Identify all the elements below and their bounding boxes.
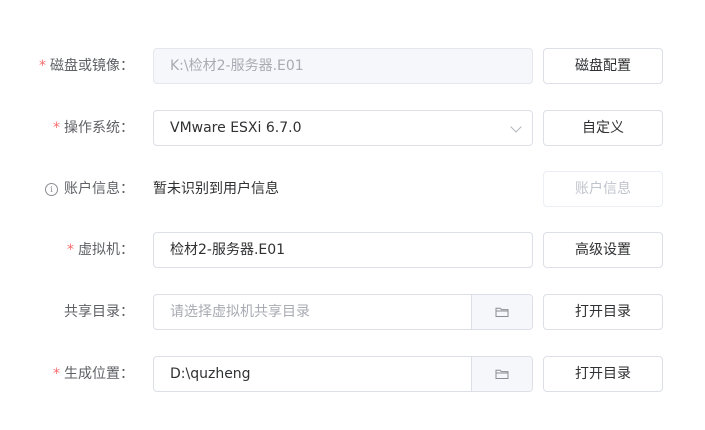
os-row: * 操作系统： VMware ESXi 6.7.0 自定义 xyxy=(0,110,705,146)
account-info-value: 暂未识别到用户信息 xyxy=(153,181,279,197)
vm-name-value: 检材2-服务器.E01 xyxy=(170,242,286,258)
shared-dir-placeholder: 请选择虚拟机共享目录 xyxy=(170,304,310,320)
disk-image-label-text: 磁盘或镜像： xyxy=(50,58,134,74)
account-info-label-text: 账户信息： xyxy=(64,181,134,197)
vm-name-label: * 虚拟机： xyxy=(67,232,134,268)
open-shared-dir-button[interactable]: 打开目录 xyxy=(543,294,663,330)
folder-icon xyxy=(495,369,509,379)
required-asterisk: * xyxy=(53,366,60,382)
output-location-input[interactable]: D:\quzheng xyxy=(153,356,533,392)
os-select[interactable]: VMware ESXi 6.7.0 xyxy=(153,110,533,146)
disk-config-button[interactable]: 磁盘配置 xyxy=(543,48,663,84)
account-info-label: i 账户信息： xyxy=(45,171,134,207)
required-asterisk: * xyxy=(53,120,60,136)
os-label-text: 操作系统： xyxy=(64,120,134,136)
output-location-value: D:\quzheng xyxy=(170,366,251,382)
shared-dir-input[interactable]: 请选择虚拟机共享目录 xyxy=(153,294,533,330)
advanced-settings-button[interactable]: 高级设置 xyxy=(543,232,663,268)
os-label: * 操作系统： xyxy=(53,110,134,146)
shared-dir-label: 共享目录： xyxy=(64,294,134,330)
open-output-dir-button[interactable]: 打开目录 xyxy=(543,356,663,392)
disk-image-value: K:\检材2-服务器.E01 xyxy=(170,58,304,74)
output-location-label: * 生成位置： xyxy=(53,356,134,392)
folder-icon xyxy=(495,307,509,317)
account-info-row: i 账户信息： 暂未识别到用户信息 账户信息 xyxy=(0,171,705,207)
customize-button[interactable]: 自定义 xyxy=(543,110,663,146)
disk-image-row: * 磁盘或镜像： K:\检材2-服务器.E01 磁盘配置 xyxy=(0,48,705,84)
vm-name-input[interactable]: 检材2-服务器.E01 xyxy=(153,232,533,268)
output-location-browse-button[interactable] xyxy=(471,357,532,391)
output-location-row: * 生成位置： D:\quzheng 打开目录 xyxy=(0,356,705,392)
shared-dir-row: 共享目录： 请选择虚拟机共享目录 打开目录 xyxy=(0,294,705,330)
required-asterisk: * xyxy=(39,58,46,74)
info-icon: i xyxy=(45,183,58,196)
shared-dir-browse-button[interactable] xyxy=(471,295,532,329)
vm-name-label-text: 虚拟机： xyxy=(78,242,134,258)
required-asterisk: * xyxy=(67,242,74,258)
shared-dir-label-text: 共享目录： xyxy=(64,304,134,320)
vm-name-row: * 虚拟机： 检材2-服务器.E01 高级设置 xyxy=(0,232,705,268)
chevron-down-icon xyxy=(510,121,522,133)
account-info-button[interactable]: 账户信息 xyxy=(543,171,663,207)
disk-image-label: * 磁盘或镜像： xyxy=(39,48,134,84)
disk-image-input: K:\检材2-服务器.E01 xyxy=(153,48,533,84)
output-location-label-text: 生成位置： xyxy=(64,366,134,382)
os-select-value: VMware ESXi 6.7.0 xyxy=(170,120,302,136)
